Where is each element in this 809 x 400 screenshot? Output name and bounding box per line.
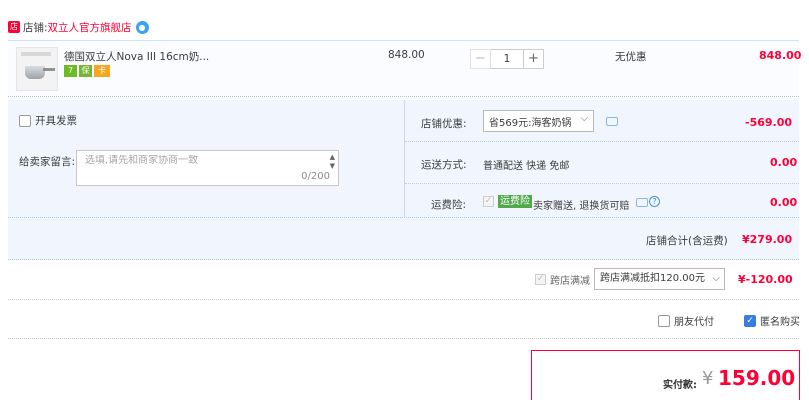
chevron-down-icon: ⌵ [580,113,588,124]
divider [405,141,799,142]
insurance-fee: 0.00 [770,196,798,209]
message-label: 给卖家留言: [19,156,76,168]
item-title-link[interactable]: 德国双立人Nova III 16cm奶... [64,49,209,64]
shop-discount-selected: 省569元:海客奶锅 [489,117,572,129]
anonymous-checkbox[interactable]: ✓ [744,314,756,327]
chat-bubble-icon[interactable] [636,198,648,207]
shop-total-amount: ¥279.00 [742,233,793,246]
insurance-tag: 运费险 [498,195,532,208]
wangwang-chat-icon[interactable]: ● [135,20,149,34]
chevron-down-icon: ⌵ [712,273,720,284]
friend-pay-checkbox[interactable] [658,314,670,327]
quantity-minus-button[interactable]: − [470,49,491,69]
item-promotion: 无优惠 [615,51,647,63]
cross-shop-checkbox: ✓ [535,274,546,285]
help-icon[interactable]: ? [649,196,660,207]
shop-discount-label: 店铺优惠: [421,118,467,130]
divider [8,338,799,339]
payment-currency: ¥ [702,368,714,389]
quantity-stepper: − 1 + [470,49,544,69]
quantity-plus-button[interactable]: + [523,49,544,69]
chat-bubble-icon[interactable] [606,117,618,126]
shop-name-link[interactable]: 双立人官方旗舰店 [48,20,132,35]
message-char-count: 0/200 [301,171,330,182]
item-badges: 7 保 卡 [64,65,110,77]
scroll-up-icon[interactable]: ▲ [330,153,335,161]
payment-label: 实付款: [663,380,697,391]
item-row: 德国双立人Nova III 16cm奶... 7 保 卡 848.00 − 1 … [8,40,802,97]
anonymous-option[interactable]: ✓ 匿名购买 [744,313,800,328]
friend-pay-option[interactable]: 朋友代付 [658,313,714,328]
divider [405,183,799,184]
anonymous-label: 匿名购买 [760,317,800,328]
cross-shop-label: 跨店满减 [550,276,590,287]
insurance-checkbox: ✓ [483,196,494,207]
quantity-input[interactable]: 1 [491,49,523,69]
guarantee-icon[interactable]: 保 [79,65,92,77]
item-unit-price: 848.00 [388,49,425,61]
options-divider [404,100,405,218]
shipping-method: 普通配送 快递 免邮 [483,161,570,172]
divider [8,299,799,300]
shop-icon: 店 [8,21,20,33]
cross-shop-selected: 跨店满减抵扣120.00元 [600,273,705,284]
item-subtotal: 848.00 [759,49,802,62]
credit-card-icon[interactable]: 卡 [94,65,110,77]
shipping-fee: 0.00 [770,156,798,169]
insurance-label: 运费险: [431,199,467,211]
invoice-checkbox[interactable] [19,114,31,127]
message-input[interactable] [85,155,315,166]
invoice-label: 开具发票 [35,115,77,127]
shop-total-label: 店铺合计(含运费) [646,235,728,247]
cross-shop-amount: ¥-120.00 [738,273,793,286]
invoice-option[interactable]: 开具发票 [19,113,77,128]
shop-discount-select[interactable]: 省569元:海客奶锅 ⌵ [483,110,594,132]
shop-header: 店 店铺: 双立人官方旗舰店 ● [8,18,149,36]
cross-shop-select[interactable]: 跨店满减抵扣120.00元 ⌵ [594,268,725,290]
friend-pay-label: 朋友代付 [674,317,714,328]
scroll-down-icon[interactable]: ▼ [330,162,335,170]
message-box: ▲ ▼ 0/200 [76,150,339,186]
payment-amount: 159.00 [718,366,796,390]
insurance-icons: ? [636,196,660,207]
seven-day-return-icon[interactable]: 7 [64,65,77,77]
shop-prefix: 店铺: [23,21,48,34]
shop-discount-amount: -569.00 [745,116,793,129]
shipping-label: 运送方式: [421,159,467,171]
insurance-description: 卖家赠送, 退换货可赔 [533,201,630,212]
item-thumbnail[interactable] [16,47,58,91]
cross-shop-option: ✓ 跨店满减 [535,272,590,287]
